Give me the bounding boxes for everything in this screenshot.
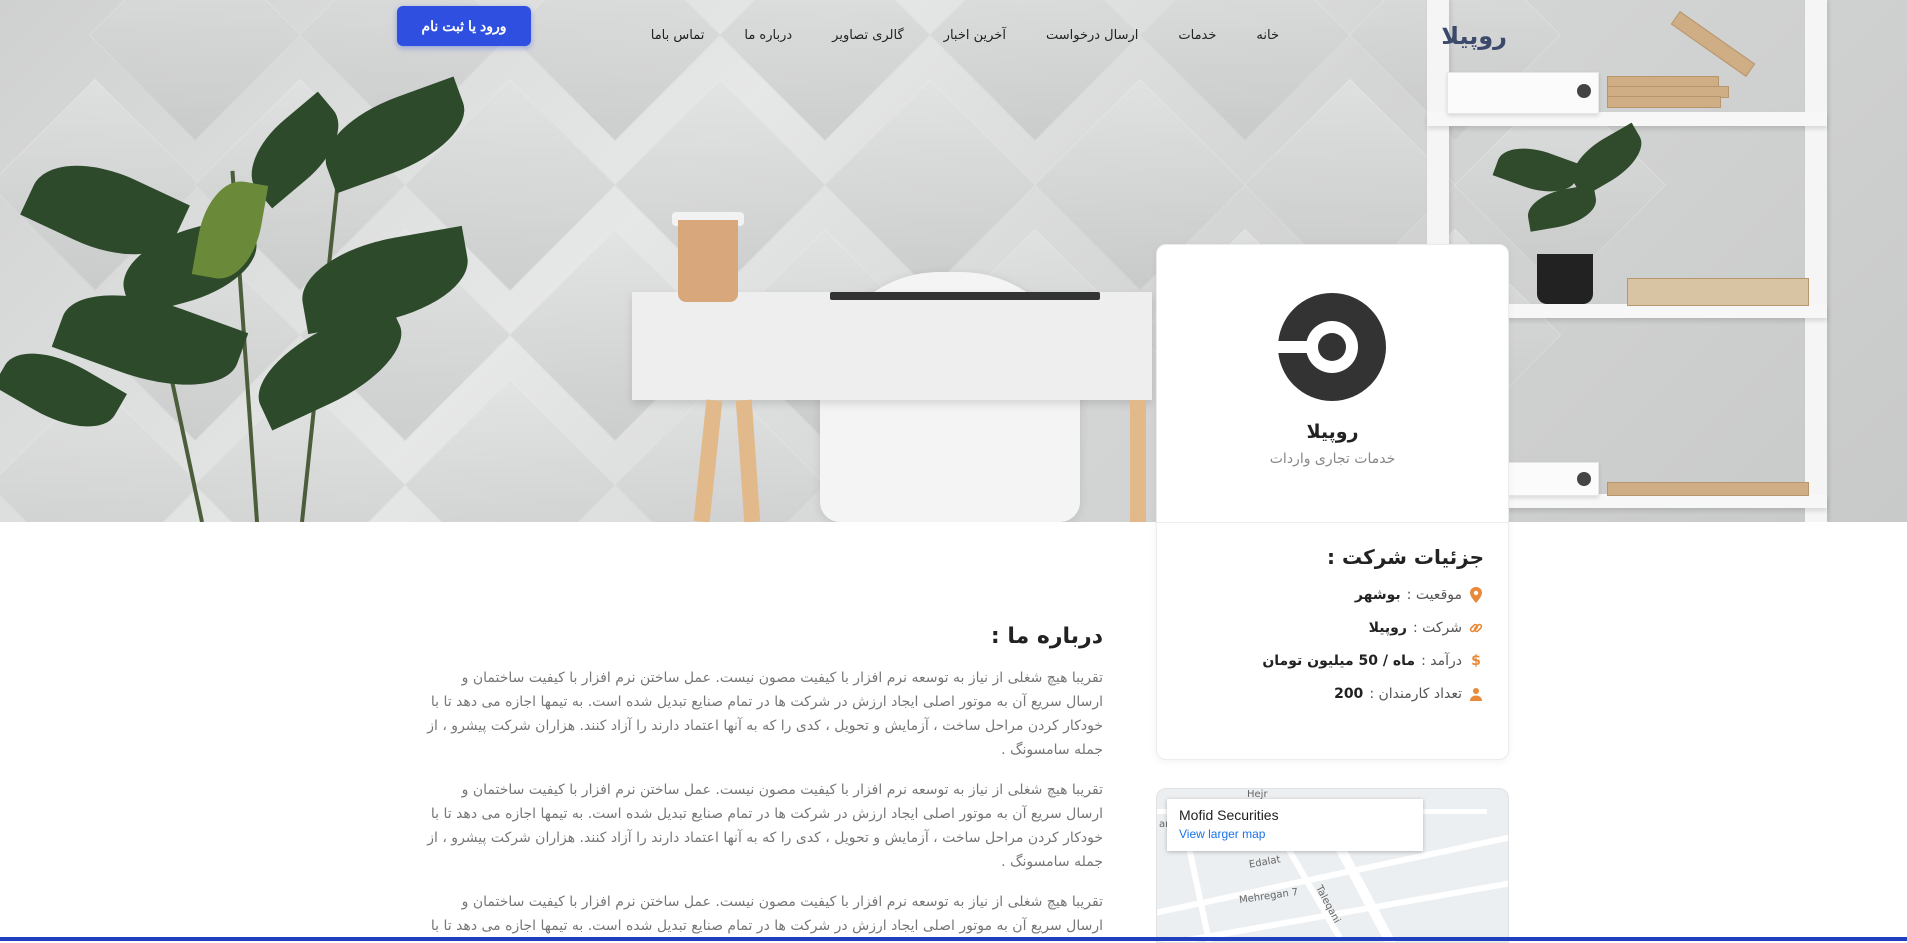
link-icon: [1468, 620, 1484, 636]
company-profile-card: روپیلا خدمات تجاری واردات جزئیات شرکت : …: [1156, 244, 1509, 760]
bottom-scroll-indicator: [0, 937, 1907, 941]
brand-logo[interactable]: روپیلا: [1441, 22, 1507, 50]
detail-company: شرکت : روپیلا: [1369, 620, 1484, 636]
nav-link-services[interactable]: خدمات: [1178, 28, 1216, 43]
details-title: جزئیات شرکت :: [1327, 545, 1484, 569]
about-paragraph: تقریبا هیچ شغلی از نیاز به توسعه نرم افز…: [427, 670, 1103, 758]
login-register-button[interactable]: ورود یا ثبت نام: [397, 6, 531, 46]
about-paragraph: تقریبا هیچ شغلی از نیاز به توسعه نرم افز…: [427, 782, 1103, 870]
company-subtitle: خدمات تجاری واردات: [1269, 451, 1396, 467]
nav-link-send-request[interactable]: ارسال درخواست: [1046, 28, 1138, 43]
detail-employees: تعداد کارمندان : 200: [1334, 686, 1484, 702]
detail-income: $ درآمد : ماه / 50 میلیون تومان: [1262, 653, 1484, 669]
map-place-title: Mofid Securities: [1179, 807, 1279, 823]
nav-link-gallery[interactable]: گالری تصاویر: [832, 28, 904, 43]
detail-location: موقعیت : بوشهر: [1355, 587, 1484, 603]
top-navbar: روپیلا خانه خدمات ارسال درخواست آخرین اخ…: [0, 0, 1907, 74]
nav-links: خانه خدمات ارسال درخواست آخرین اخبار گال…: [651, 28, 1279, 43]
nav-link-home[interactable]: خانه: [1256, 28, 1279, 43]
map-street-label: Edalat: [1248, 854, 1282, 871]
map-info-card: Mofid Securities View larger map: [1167, 799, 1423, 851]
about-title: درباره ما :: [990, 624, 1103, 649]
desk-decoration: [632, 292, 1152, 400]
embedded-map[interactable]: Hejr Edalat Mehregan 7 Taleqani ar Mofid…: [1156, 788, 1509, 943]
dollar-icon: $: [1471, 653, 1481, 669]
user-icon: [1468, 686, 1484, 702]
nav-link-latest-news[interactable]: آخرین اخبار: [944, 28, 1006, 43]
nav-link-contact[interactable]: تماس باما: [651, 28, 705, 43]
company-logo-icon: [1278, 293, 1386, 401]
company-name: روپیلا: [1306, 421, 1359, 443]
about-paragraph: تقریبا هیچ شغلی از نیاز به توسعه نرم افز…: [430, 894, 1103, 934]
map-pin-icon: [1468, 587, 1484, 603]
nav-link-about[interactable]: درباره ما: [744, 28, 792, 43]
view-larger-map-link[interactable]: View larger map: [1179, 827, 1265, 841]
profile-header: روپیلا خدمات تجاری واردات: [1157, 245, 1508, 523]
hero-banner: [0, 0, 1907, 522]
coffee-cup-decoration: [678, 220, 738, 302]
